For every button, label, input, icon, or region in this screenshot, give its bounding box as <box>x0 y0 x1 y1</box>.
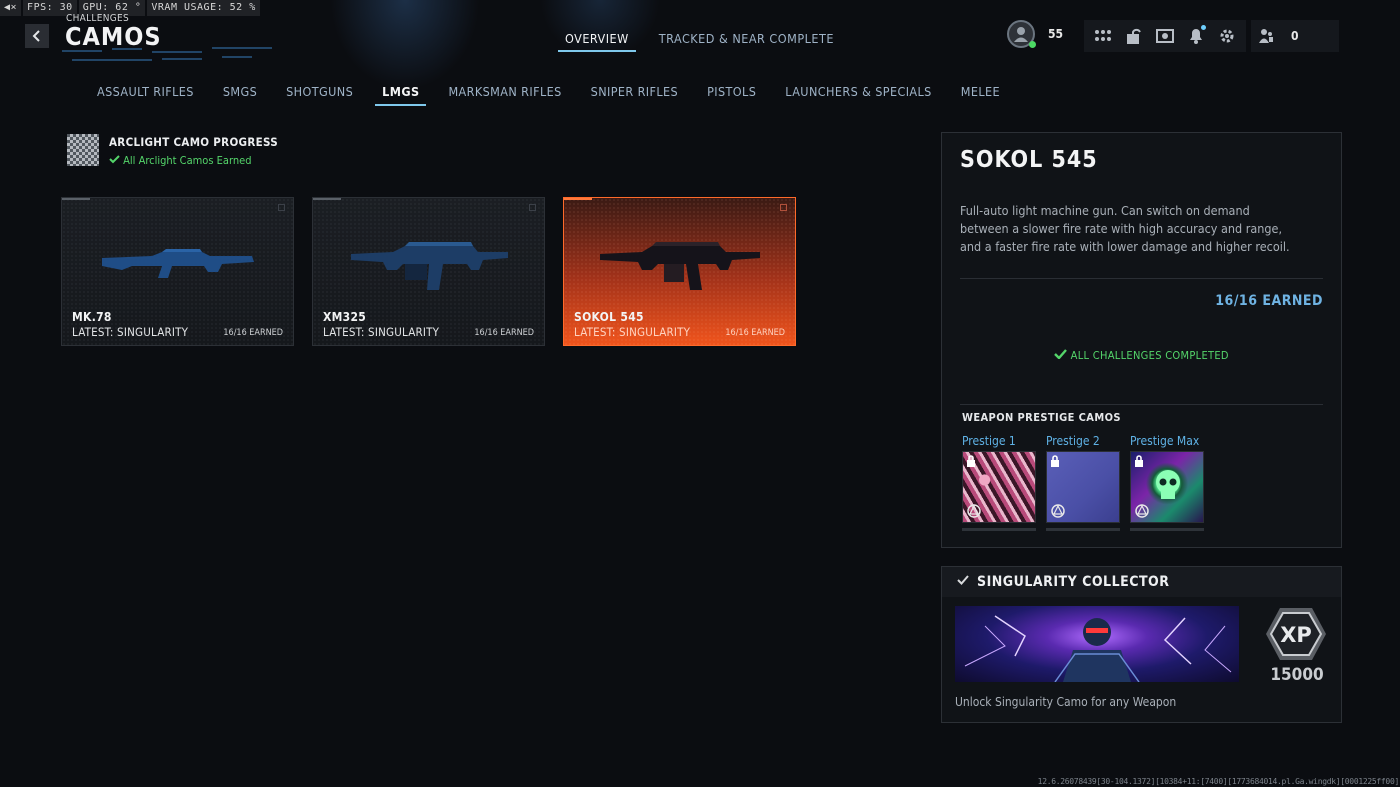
mk78-weapon-icon <box>102 249 254 278</box>
weapon-name: XM325 <box>323 310 367 324</box>
prestige-camo-2[interactable]: Prestige 2 <box>1046 434 1120 531</box>
prestige-progress-bar <box>1130 528 1204 531</box>
operator-figure-icon <box>964 615 1232 682</box>
prestige-badge-icon <box>1051 504 1065 518</box>
weapon-earned-count: 16/16 EARNED <box>725 328 785 338</box>
weapon-earned-count: 16/16 EARNED <box>223 328 283 338</box>
arclight-camo-thumbnail <box>67 134 99 166</box>
back-button[interactable] <box>25 24 49 48</box>
prestige-label: Prestige Max <box>1130 434 1200 448</box>
player-info[interactable]: 55 <box>1007 20 1063 48</box>
unlock-icon[interactable] <box>1123 25 1145 47</box>
xp-badge-icon: XP <box>1266 608 1326 660</box>
build-version: 12.6.26078439[30-104.1372][10384+11:[740… <box>1037 777 1400 786</box>
prestige-progress-bar <box>962 528 1036 531</box>
divider <box>960 278 1323 279</box>
prestige-badge-icon <box>967 504 981 518</box>
tab-assault-rifles[interactable]: ASSAULT RIFLES <box>90 80 201 106</box>
tab-overview[interactable]: OVERVIEW <box>558 28 636 52</box>
card-corner-icon <box>529 204 536 211</box>
challenges-complete-text: ALL CHALLENGES COMPLETED <box>1070 349 1229 362</box>
lock-icon <box>1051 455 1059 467</box>
arclight-progress-title: ARCLIGHT CAMO PROGRESS <box>109 135 278 149</box>
prestige-progress-bar <box>1046 528 1120 531</box>
singularity-collector-card[interactable]: SINGULARITY COLLECTOR XP 15000 Unlock Si… <box>941 566 1342 723</box>
apps-grid-icon[interactable] <box>1092 25 1114 47</box>
checkmark-icon <box>957 575 969 585</box>
notification-bell-icon[interactable] <box>1185 25 1207 47</box>
tab-pistols[interactable]: PISTOLS <box>700 80 763 106</box>
title-glitch-decoration <box>62 46 282 64</box>
checkmark-icon <box>109 155 120 164</box>
card-corner-icon <box>780 204 787 211</box>
friends-icon <box>1259 29 1273 43</box>
detail-weapon-description: Full-auto light machine gun. Can switch … <box>960 203 1290 254</box>
tab-marksman-rifles[interactable]: MARKSMAN RIFLES <box>441 80 568 106</box>
weapon-card-sokol-545[interactable]: SOKOL 545 LATEST: SINGULARITY 16/16 EARN… <box>563 197 796 346</box>
friends-count: 0 <box>1291 29 1299 43</box>
card-progress-marker <box>313 198 341 200</box>
prestige-label: Prestige 1 <box>962 434 1016 448</box>
collector-description: Unlock Singularity Camo for any Weapon <box>955 695 1177 709</box>
tab-smgs[interactable]: SMGS <box>216 80 264 106</box>
weapon-detail-panel: SOKOL 545 Full-auto light machine gun. C… <box>941 132 1342 548</box>
xm325-weapon-icon <box>351 242 508 290</box>
top-tab-bar: OVERVIEW TRACKED & NEAR COMPLETE <box>558 28 857 52</box>
operator-icon <box>1014 27 1028 42</box>
weapon-earned-count: 16/16 EARNED <box>474 328 534 338</box>
prestige-camo-max[interactable]: Prestige Max <box>1130 434 1204 531</box>
header-icon-bar <box>1084 20 1246 52</box>
detail-weapon-name: SOKOL 545 <box>960 147 1098 173</box>
weapon-latest-camo: LATEST: SINGULARITY <box>72 325 189 339</box>
tab-sniper-rifles[interactable]: SNIPER RIFLES <box>584 80 685 106</box>
card-corner-icon <box>278 204 285 211</box>
xp-badge-label: XP <box>1280 623 1312 647</box>
prestige-camos-heading: WEAPON PRESTIGE CAMOS <box>962 411 1121 424</box>
friends-button[interactable]: 0 <box>1251 20 1339 52</box>
arclight-status-text: All Arclight Camos Earned <box>123 154 252 167</box>
header-glow <box>330 0 480 90</box>
chevron-left-icon <box>32 30 40 42</box>
weapon-card-mk78[interactable]: MK.78 LATEST: SINGULARITY 16/16 EARNED <box>61 197 294 346</box>
divider <box>960 404 1323 405</box>
tab-shotguns[interactable]: SHOTGUNS <box>279 80 360 106</box>
card-progress-marker <box>62 198 90 200</box>
skull-icon <box>1156 470 1180 499</box>
tab-lmgs[interactable]: LMGS <box>375 80 427 106</box>
performance-overlay: ◀× FPS: 30 GPU: 62 ° VRAM USAGE: 52 % <box>0 0 260 16</box>
collector-reward-image <box>955 606 1239 682</box>
lock-icon <box>967 455 975 467</box>
settings-gear-icon[interactable] <box>1216 25 1238 47</box>
collector-xp-value: 15000 <box>1270 665 1324 685</box>
avatar[interactable] <box>1007 20 1036 48</box>
prestige-camo-1[interactable]: Prestige 1 <box>962 434 1036 531</box>
player-level: 55 <box>1048 27 1064 41</box>
collector-title: SINGULARITY COLLECTOR <box>977 574 1170 590</box>
mute-icon: ◀× <box>0 0 22 16</box>
notification-dot <box>1200 25 1206 30</box>
prestige-camo-swatch <box>1130 451 1204 523</box>
arclight-progress-status: All Arclight Camos Earned <box>109 154 251 167</box>
checkmark-icon <box>1054 349 1068 360</box>
lock-icon <box>1135 455 1143 467</box>
sokol-545-weapon-icon <box>600 242 760 290</box>
weapon-category-tabs: ASSAULT RIFLES SMGS SHOTGUNS LMGS MARKSM… <box>90 80 1022 106</box>
prestige-camo-swatch <box>1046 451 1120 523</box>
weapon-card-xm325[interactable]: XM325 LATEST: SINGULARITY 16/16 EARNED <box>312 197 545 346</box>
tab-melee[interactable]: MELEE <box>954 80 1007 106</box>
card-progress-marker <box>564 198 592 200</box>
weapon-name: MK.78 <box>72 310 112 324</box>
challenges-complete-status: ALL CHALLENGES COMPLETED <box>942 349 1341 362</box>
vram-readout: VRAM USAGE: 52 % <box>147 0 260 16</box>
tab-launchers-specials[interactable]: LAUNCHERS & SPECIALS <box>778 80 938 106</box>
store-icon[interactable] <box>1154 25 1176 47</box>
tab-tracked-near-complete[interactable]: TRACKED & NEAR COMPLETE <box>652 28 841 52</box>
detail-earned-count: 16/16 EARNED <box>1215 293 1323 309</box>
weapon-latest-camo: LATEST: SINGULARITY <box>323 325 440 339</box>
weapon-name: SOKOL 545 <box>574 310 644 324</box>
prestige-label: Prestige 2 <box>1046 434 1100 448</box>
prestige-camo-swatch <box>962 451 1036 523</box>
weapon-latest-camo: LATEST: SINGULARITY <box>574 325 691 339</box>
prestige-badge-icon <box>1135 504 1149 518</box>
